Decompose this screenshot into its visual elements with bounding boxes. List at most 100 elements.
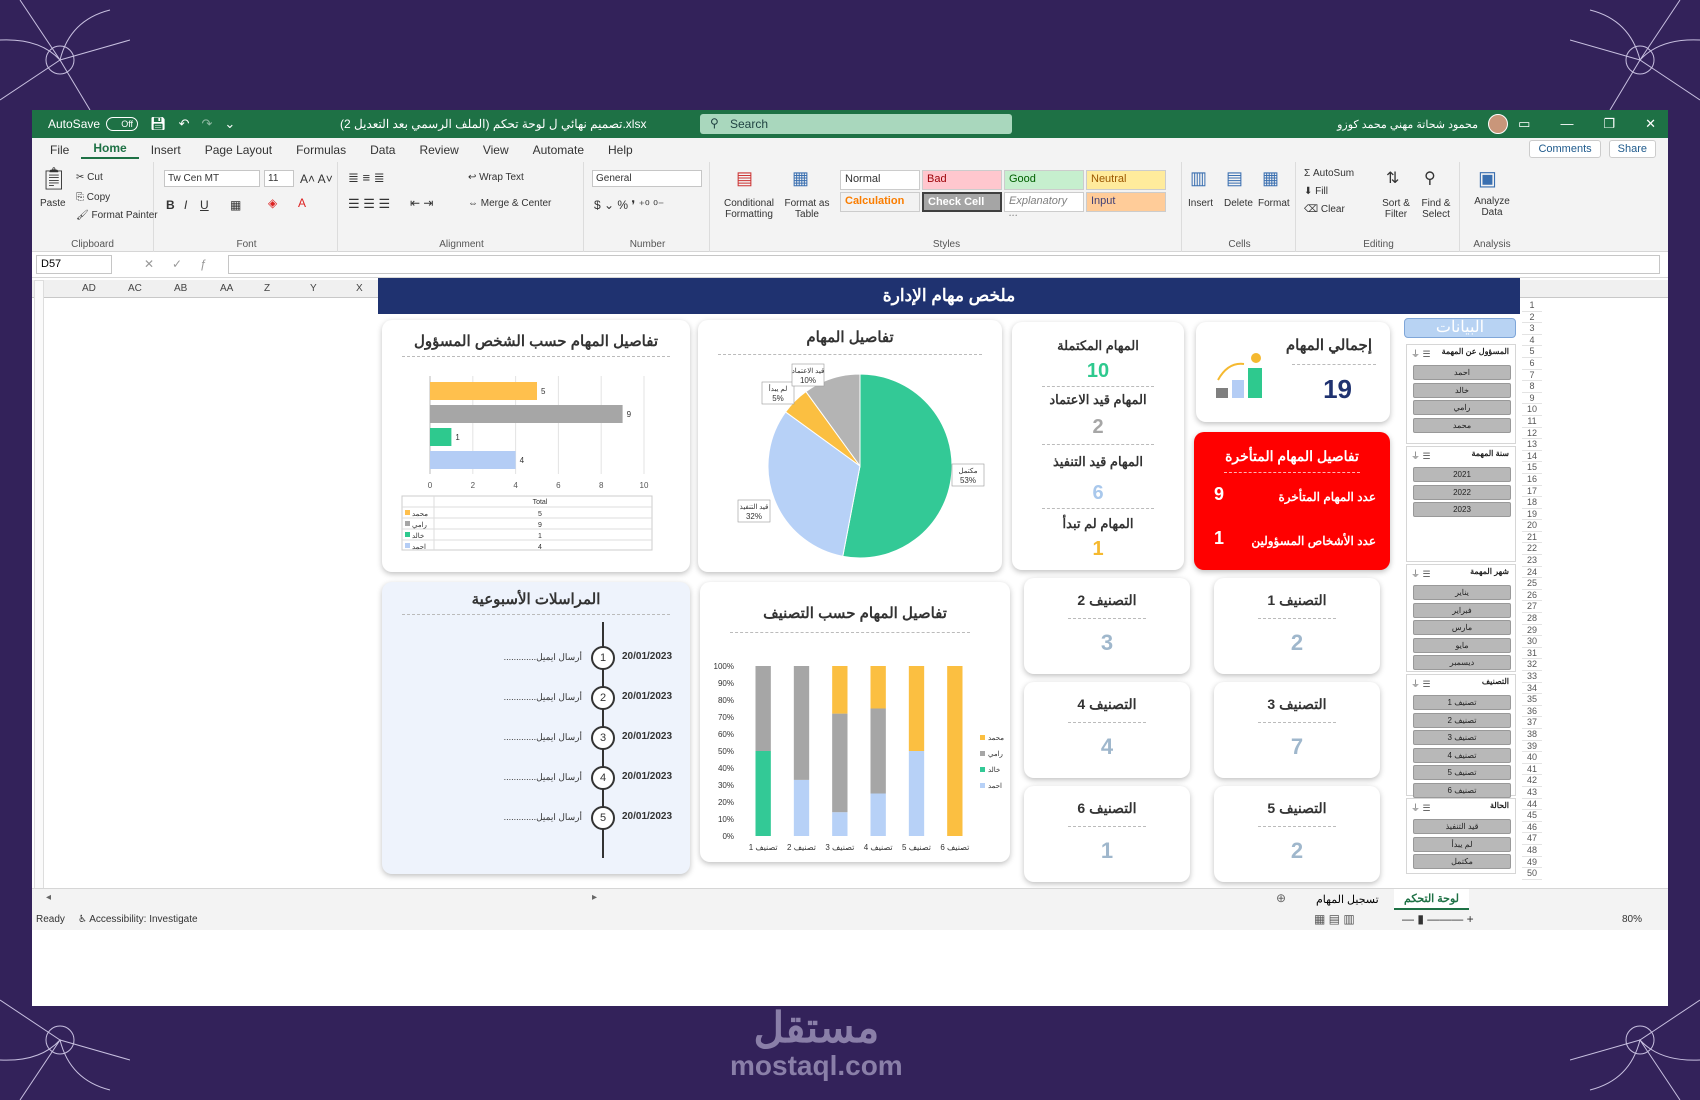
row-number[interactable]: 44 — [1522, 799, 1542, 811]
tab-data[interactable]: Data — [358, 143, 407, 157]
clear-filter-icon[interactable]: ⏚ ☰ — [1411, 567, 1431, 580]
tab-home[interactable]: Home — [81, 141, 139, 159]
row-number[interactable]: 28 — [1522, 613, 1542, 625]
row-number[interactable]: 40 — [1522, 752, 1542, 764]
paste-icon[interactable]: 📋︎ — [40, 166, 68, 192]
tab-task-log[interactable]: تسجيل المهام — [1316, 893, 1379, 906]
row-number[interactable]: 2 — [1522, 312, 1542, 324]
formula-icons[interactable]: ✕✓ƒ — [144, 257, 225, 271]
row-number[interactable]: 47 — [1522, 833, 1542, 845]
find-select-icon[interactable]: ⚲ — [1424, 168, 1436, 188]
column-header[interactable]: Z — [264, 283, 270, 294]
row-number[interactable]: 29 — [1522, 625, 1542, 637]
tab-file[interactable]: File — [38, 143, 81, 157]
row-number[interactable]: 41 — [1522, 764, 1542, 776]
row-number[interactable]: 48 — [1522, 845, 1542, 857]
row-number[interactable]: 38 — [1522, 729, 1542, 741]
font-name-select[interactable]: Tw Cen MT — [164, 170, 260, 187]
vertical-scrollbar[interactable] — [34, 280, 44, 900]
row-number[interactable]: 33 — [1522, 671, 1542, 683]
top-align-icon[interactable]: ≣ ≡ ≣ — [348, 170, 385, 186]
row-number[interactable]: 19 — [1522, 509, 1542, 521]
tab-help[interactable]: Help — [596, 143, 645, 157]
find-select-button[interactable]: Find & Select — [1416, 198, 1456, 220]
copy-button[interactable]: ⎘ Copy — [76, 192, 110, 203]
conditional-formatting-button[interactable]: Conditional Formatting — [716, 198, 782, 220]
style-good[interactable]: Good — [1004, 170, 1084, 190]
slicer-item[interactable]: تصنيف 3 — [1413, 730, 1511, 745]
tab-formulas[interactable]: Formulas — [284, 143, 358, 157]
row-number[interactable]: 9 — [1522, 393, 1542, 405]
undo-icon[interactable]: ↶ — [179, 116, 190, 132]
paste-button[interactable]: Paste — [40, 198, 66, 209]
normal-view-icon[interactable]: ▦ ▤ ▥ — [1314, 912, 1355, 926]
slicer-item[interactable]: 2022 — [1413, 484, 1511, 500]
fill-button[interactable]: ⬇ Fill — [1304, 186, 1328, 197]
column-header[interactable]: AA — [220, 283, 233, 294]
formula-input[interactable] — [228, 255, 1660, 274]
close-icon[interactable]: ✕ — [1645, 116, 1656, 132]
row-number[interactable]: 35 — [1522, 694, 1542, 706]
row-number[interactable]: 7 — [1522, 370, 1542, 382]
restore-icon[interactable]: ❐ — [1603, 116, 1615, 132]
row-number[interactable]: 49 — [1522, 857, 1542, 869]
underline-icon[interactable]: U — [200, 198, 209, 212]
row-number[interactable]: 32 — [1522, 659, 1542, 671]
row-number[interactable]: 17 — [1522, 486, 1542, 498]
row-number[interactable]: 27 — [1522, 601, 1542, 614]
row-number[interactable]: 8 — [1522, 381, 1542, 393]
tab-view[interactable]: View — [471, 143, 521, 157]
slicer-item[interactable]: فبراير — [1413, 602, 1511, 618]
row-number[interactable]: 50 — [1522, 868, 1542, 880]
row-number[interactable]: 5 — [1522, 346, 1542, 358]
row-number[interactable]: 39 — [1522, 741, 1542, 753]
row-number[interactable]: 30 — [1522, 636, 1542, 648]
autosum-button[interactable]: Σ AutoSum — [1304, 168, 1354, 179]
sort-filter-button[interactable]: Sort & Filter — [1376, 198, 1416, 220]
slicer-item[interactable]: خالد — [1413, 382, 1511, 398]
row-number[interactable]: 6 — [1522, 358, 1542, 370]
analyze-data-button[interactable]: Analyze Data — [1466, 196, 1518, 218]
cut-button[interactable]: ✂ Cut — [76, 172, 103, 183]
clear-filter-icon[interactable]: ⏚ ☰ — [1411, 801, 1431, 814]
slicer-item[interactable]: يناير — [1413, 585, 1511, 600]
accessibility-status[interactable]: ♿︎ Accessibility: Investigate — [78, 914, 198, 925]
slicer-item[interactable]: لم يبدأ — [1413, 836, 1511, 852]
format-cells-icon[interactable]: ▦ — [1262, 168, 1279, 189]
clear-filter-icon[interactable]: ⏚ ☰ — [1411, 449, 1431, 462]
style-neutral[interactable]: Neutral — [1086, 170, 1166, 190]
row-number[interactable]: 20 — [1522, 520, 1542, 532]
style-normal[interactable]: Normal — [840, 170, 920, 190]
row-number[interactable]: 18 — [1522, 497, 1542, 509]
redo-icon[interactable]: ↷ — [201, 116, 212, 132]
autosave-toggle[interactable]: AutoSave Off — [48, 117, 139, 131]
slicer-item[interactable]: مكتمل — [1413, 854, 1511, 869]
row-number[interactable]: 43 — [1522, 787, 1542, 799]
sort-filter-icon[interactable]: ⇅ — [1386, 168, 1399, 188]
italic-icon[interactable]: I — [184, 198, 187, 212]
slicer-item[interactable]: تصنيف 2 — [1413, 712, 1511, 728]
slicer-item[interactable]: 2021 — [1413, 467, 1511, 482]
row-number[interactable]: 11 — [1522, 416, 1542, 428]
tab-page-layout[interactable]: Page Layout — [193, 143, 284, 157]
delete-cells-icon[interactable]: ▤ — [1226, 168, 1243, 189]
clear-filter-icon[interactable]: ⏚ ☰ — [1411, 677, 1431, 690]
row-number[interactable]: 10 — [1522, 404, 1542, 416]
row-number[interactable]: 25 — [1522, 578, 1542, 590]
wrap-text-button[interactable]: ↩ Wrap Text — [468, 172, 524, 183]
borders-icon[interactable]: ▦ — [230, 198, 241, 212]
bold-icon[interactable]: B — [166, 198, 175, 212]
zoom-level[interactable]: 80% — [1622, 914, 1642, 925]
share-button[interactable]: Share — [1608, 140, 1656, 158]
tab-dashboard[interactable]: لوحة التحكم — [1394, 889, 1470, 910]
slicer-item[interactable]: ديسمبر — [1413, 655, 1511, 670]
slicer-item[interactable]: تصنيف 4 — [1413, 747, 1511, 763]
customize-qat-icon[interactable]: ⌄ — [224, 116, 235, 132]
row-number[interactable]: 22 — [1522, 543, 1542, 556]
conditional-formatting-icon[interactable]: ▤ — [736, 168, 753, 189]
name-box[interactable]: D57 — [36, 255, 112, 274]
fill-color-icon[interactable]: ◈ — [268, 196, 277, 210]
row-number[interactable]: 21 — [1522, 532, 1542, 544]
row-number[interactable]: 34 — [1522, 683, 1542, 695]
row-number[interactable]: 36 — [1522, 706, 1542, 718]
